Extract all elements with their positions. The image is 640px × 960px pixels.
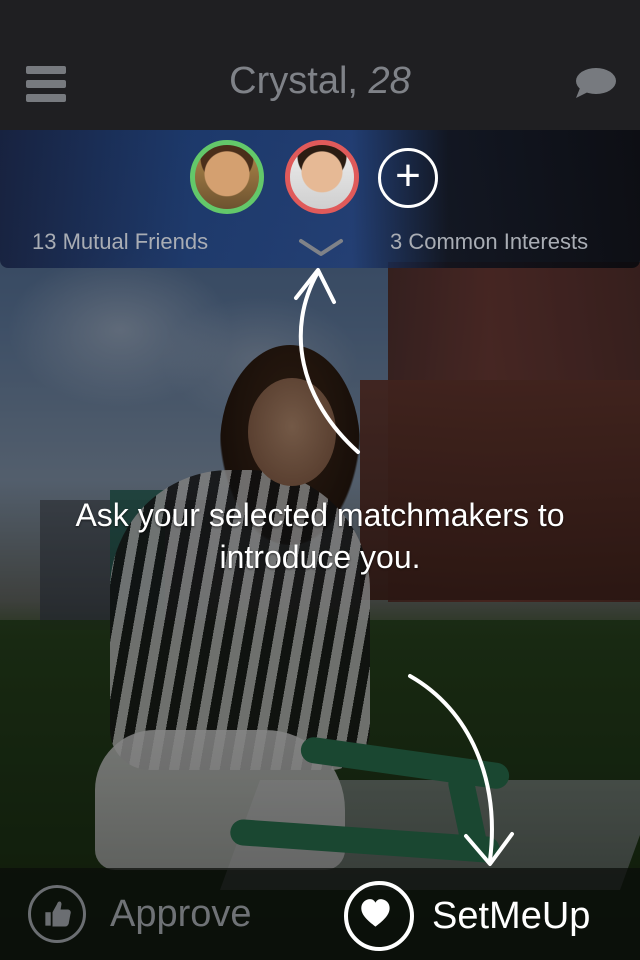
chevron-down-icon[interactable]	[298, 238, 344, 258]
approve-label: Approve	[110, 893, 252, 935]
profile-title: Crystal, 28	[120, 58, 520, 104]
matchmaker-avatar[interactable]	[285, 140, 359, 214]
matchmaker-avatar[interactable]	[190, 140, 264, 214]
setmeup-button[interactable]: SetMeUp	[344, 881, 624, 951]
profile-screen: Crystal, 28 + 13 Mutual Friends 3 Common…	[0, 0, 640, 960]
add-matchmaker-button[interactable]: +	[378, 148, 438, 208]
heart-icon	[344, 881, 414, 951]
chat-bubble-icon[interactable]	[572, 66, 618, 100]
hamburger-menu-icon[interactable]	[26, 66, 66, 102]
top-nav-bar: Crystal, 28	[0, 0, 640, 130]
common-interests-label[interactable]: 3 Common Interests	[390, 228, 588, 256]
approve-button[interactable]: Approve	[28, 885, 288, 947]
setmeup-label: SetMeUp	[432, 895, 591, 937]
profile-name: Crystal,	[229, 60, 358, 102]
thumbs-up-icon	[28, 885, 86, 943]
profile-age: 28	[368, 60, 411, 102]
tutorial-instruction: Ask your selected matchmakers to introdu…	[75, 497, 565, 575]
mutual-friends-label[interactable]: 13 Mutual Friends	[32, 228, 208, 256]
